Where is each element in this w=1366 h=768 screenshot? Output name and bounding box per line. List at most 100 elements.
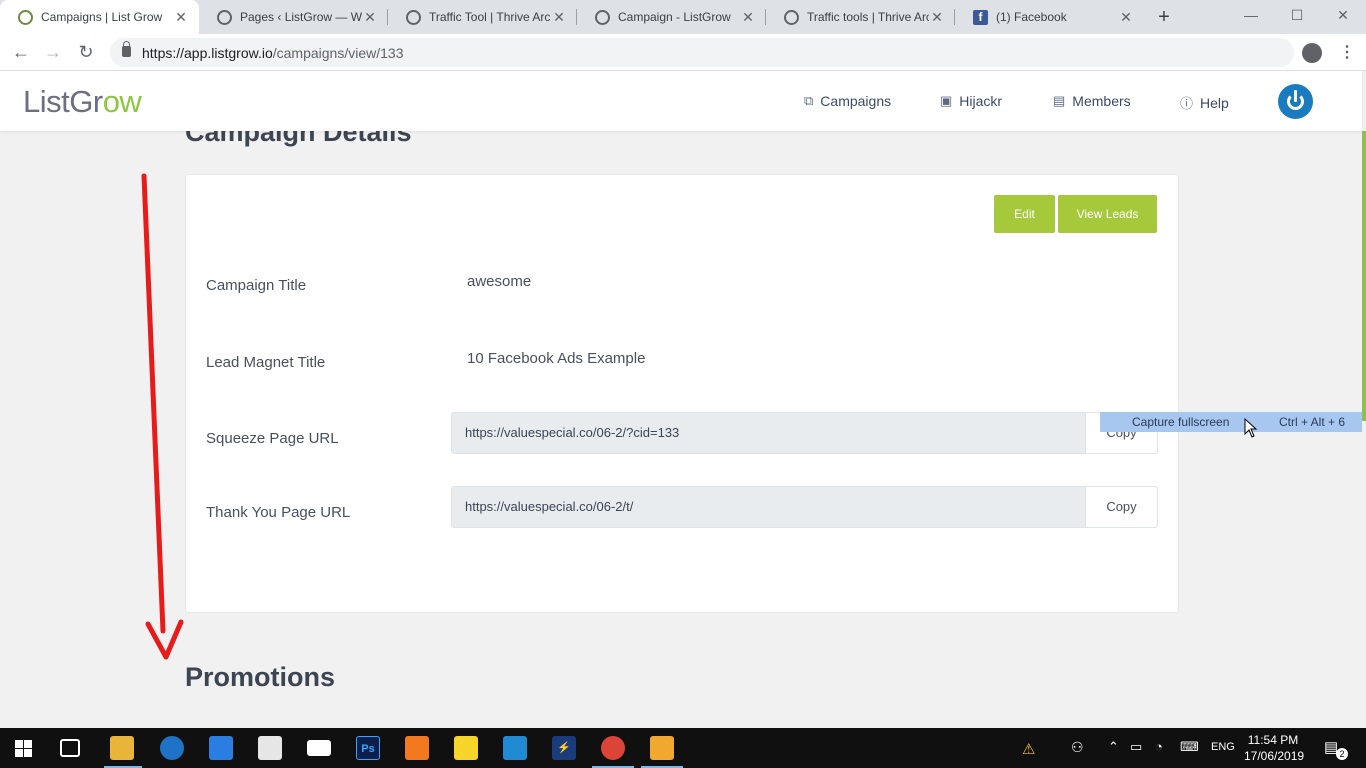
view-leads-button[interactable]: View Leads <box>1058 195 1157 233</box>
task-view-icon[interactable] <box>60 739 80 757</box>
clock-date: 17/06/2019 <box>1244 749 1305 763</box>
squeeze-page-label: Squeeze Page URL <box>206 430 339 447</box>
tab-title: (1) Facebook <box>996 10 1067 24</box>
thankyou-url-group: https://valuespecial.co/06-2/t/ Copy <box>451 486 1158 528</box>
globe-icon <box>406 9 421 25</box>
campaign-title-value: awesome <box>467 273 532 290</box>
campaign-details-card: Edit View Leads Campaign Title awesome L… <box>185 174 1179 613</box>
tab-campaign-listgrow[interactable]: Campaign - ListGrow ✕ <box>577 0 766 34</box>
chrome-icon[interactable] <box>601 736 625 760</box>
show-hidden-icons[interactable]: ⌃ <box>1108 739 1119 755</box>
close-tab-icon[interactable]: ✕ <box>551 9 567 26</box>
close-tab-icon[interactable]: ✕ <box>173 9 189 26</box>
hijackr-icon: ▣ <box>940 93 953 108</box>
keyboard-tray-icon[interactable]: ⌨ <box>1180 739 1199 755</box>
edge-icon[interactable] <box>160 736 184 760</box>
tab-facebook[interactable]: f (1) Facebook ✕ <box>955 0 1144 34</box>
squeeze-url-field[interactable]: https://valuespecial.co/06-2/?cid=133 <box>465 425 679 440</box>
scrollbar-thumb[interactable] <box>1362 131 1366 421</box>
language-indicator[interactable]: ENG <box>1211 741 1235 753</box>
battery-tray-icon[interactable]: ▭ <box>1130 739 1142 755</box>
browser-toolbar: ← → ↻ https://app.listgrow.io/campaigns/… <box>0 34 1366 71</box>
tab-campaigns-listgrow[interactable]: Campaigns | List Grow ✕ <box>0 0 199 34</box>
bolt-app-icon[interactable]: ⚡ <box>552 736 576 760</box>
url-text: https://app.listgrow.io/campaigns/view/1… <box>142 45 404 61</box>
tab-traffic-tool[interactable]: Traffic Tool | Thrive Arch ✕ <box>388 0 577 34</box>
tab-title: Traffic tools | Thrive Arc <box>807 10 929 24</box>
thankyou-url-field[interactable]: https://valuespecial.co/06-2/t/ <box>465 499 633 514</box>
close-window-button[interactable]: ✕ <box>1320 0 1366 30</box>
tab-title: Pages ‹ ListGrow — Wo <box>240 10 362 24</box>
tab-title: Campaign - ListGrow <box>618 10 731 24</box>
profile-avatar-icon[interactable] <box>1302 43 1322 63</box>
globe-icon <box>595 9 610 25</box>
globe-icon <box>784 9 799 25</box>
mail-icon[interactable] <box>307 740 331 756</box>
copy-thankyou-url-button[interactable]: Copy <box>1085 487 1157 527</box>
site-header: ListGrow ⧉ Campaigns ▣ Hijackr ▤ Members… <box>0 71 1362 131</box>
maximize-button[interactable]: ☐ <box>1274 0 1320 30</box>
close-tab-icon[interactable]: ✕ <box>1118 9 1134 26</box>
windows-taskbar: Ps ⚡ ⚠ ⚇ ⌃ ▭ ◔ ⌨ ENG 11:54 PM 17/06/2019… <box>0 728 1366 768</box>
lock-icon[interactable] <box>122 41 131 57</box>
taskbar-clock[interactable]: 11:54 PM 17/06/2019 <box>1244 732 1305 764</box>
campaigns-icon: ⧉ <box>804 93 814 108</box>
nav-members-label: Members <box>1072 93 1131 109</box>
lead-magnet-value: 10 Facebook Ads Example <box>467 350 646 367</box>
back-button[interactable]: ← <box>8 40 34 64</box>
forward-button[interactable]: → <box>40 40 66 64</box>
sticky-notes-icon[interactable] <box>454 736 478 760</box>
capture-fullscreen-tooltip[interactable]: Capture fullscreen Ctrl + Alt + 6 <box>1100 412 1362 432</box>
xampp-icon[interactable] <box>405 736 429 760</box>
warning-tray-icon[interactable]: ⚠ <box>1022 740 1035 758</box>
nav-campaigns[interactable]: ⧉ Campaigns <box>804 93 891 109</box>
close-tab-icon[interactable]: ✕ <box>929 9 945 26</box>
dropbox-icon[interactable] <box>209 736 233 760</box>
nav-hijackr[interactable]: ▣ Hijackr <box>940 93 1002 109</box>
squeeze-url-group: https://valuespecial.co/06-2/?cid=133 Co… <box>451 412 1158 454</box>
start-icon[interactable] <box>15 740 32 757</box>
lead-magnet-label: Lead Magnet Title <box>206 354 326 371</box>
photoshop-icon[interactable]: Ps <box>356 736 380 760</box>
close-tab-icon[interactable]: ✕ <box>740 9 756 26</box>
nav-campaigns-label: Campaigns <box>820 93 892 109</box>
close-tab-icon[interactable]: ✕ <box>362 9 378 26</box>
facebook-icon: f <box>973 9 988 25</box>
vscode-icon[interactable] <box>503 736 527 760</box>
nav-help-label: Help <box>1200 94 1229 111</box>
thank-you-page-label: Thank You Page URL <box>206 504 351 521</box>
browser-menu-icon[interactable]: ⋮ <box>1339 42 1355 62</box>
new-tab-button[interactable]: + <box>1154 7 1174 27</box>
tab-title: Traffic Tool | Thrive Arch <box>429 10 551 24</box>
video-app-icon[interactable] <box>650 736 674 760</box>
power-logout-icon[interactable] <box>1278 84 1313 119</box>
edit-button[interactable]: Edit <box>994 195 1055 233</box>
logo-main: ListGr <box>23 84 103 119</box>
minimize-button[interactable]: — <box>1228 0 1274 30</box>
listgrow-logo[interactable]: ListGrow <box>23 84 142 120</box>
tab-title: Campaigns | List Grow <box>41 10 163 24</box>
reload-button[interactable]: ↻ <box>73 40 99 64</box>
browser-tab-strip: Campaigns | List Grow ✕ Pages ‹ ListGrow… <box>0 0 1366 34</box>
nav-help[interactable]: ⓘ Help <box>1180 93 1229 112</box>
red-annotation-arrow <box>141 173 184 660</box>
url-path: /campaigns/view/133 <box>272 45 404 61</box>
capture-label: Capture fullscreen <box>1132 415 1230 429</box>
file-explorer-icon[interactable] <box>110 736 134 760</box>
wifi-tray-icon[interactable]: ◔ <box>1155 739 1163 754</box>
people-tray-icon[interactable]: ⚇ <box>1071 739 1084 756</box>
capture-shortcut: Ctrl + Alt + 6 <box>1278 415 1345 429</box>
globe-icon <box>217 9 232 25</box>
store-icon[interactable] <box>258 736 282 760</box>
logo-accent: ow <box>102 84 142 119</box>
tab-pages-listgrow[interactable]: Pages ‹ ListGrow — Wo ✕ <box>199 0 388 34</box>
page-scrollbar[interactable] <box>1362 71 1366 728</box>
campaign-title-label: Campaign Title <box>206 277 307 294</box>
clock-time: 11:54 PM <box>1247 733 1299 747</box>
nav-members[interactable]: ▤ Members <box>1053 93 1131 109</box>
promotions-heading: Promotions <box>185 662 336 692</box>
tab-traffic-tools[interactable]: Traffic tools | Thrive Arc ✕ <box>766 0 955 34</box>
members-icon: ▤ <box>1053 93 1066 108</box>
notifications-badge: 2 <box>1336 748 1348 760</box>
address-bar[interactable]: https://app.listgrow.io/campaigns/view/1… <box>110 38 1294 67</box>
